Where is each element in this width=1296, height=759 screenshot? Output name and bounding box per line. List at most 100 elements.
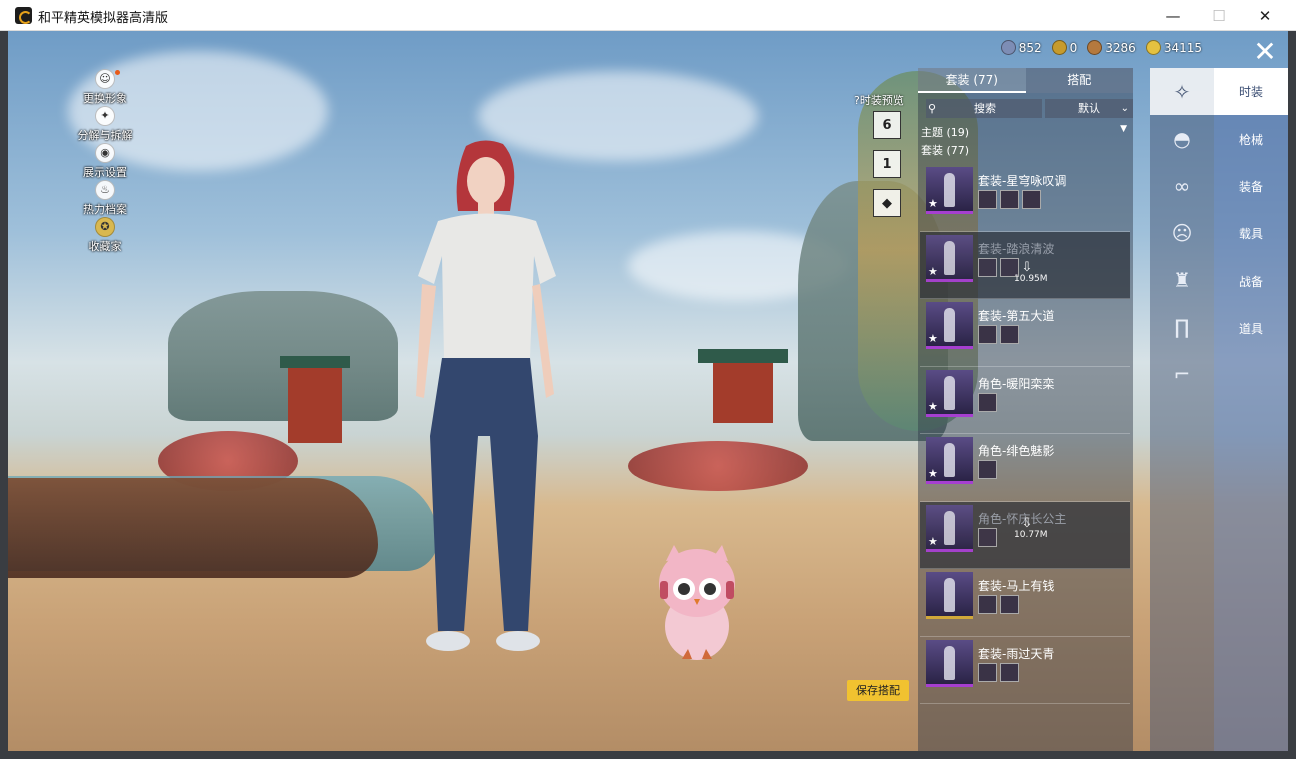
outfit-thumbnail: ★ (926, 234, 973, 282)
tab-vehicles[interactable]: 载具 (1214, 210, 1288, 257)
tab-battle-prep[interactable]: 战备 (1214, 258, 1288, 305)
preset-slot-icon[interactable]: 1 (873, 150, 901, 178)
coupon-icon (1000, 40, 1016, 55)
panel-tabs: 套装 (77) 搭配 (918, 68, 1133, 93)
window-close-button[interactable]: ✕ (1242, 0, 1288, 31)
menu-dismantle[interactable]: ✦ 分解与拆解 (70, 106, 140, 143)
menu-change-avatar[interactable]: ☺ 更换形象 (70, 69, 140, 106)
pet-companion[interactable] (654, 541, 740, 666)
list-item[interactable]: ★ 套装-第五大道 (920, 299, 1130, 367)
list-item[interactable]: 套装-马上有钱 (920, 569, 1130, 637)
currency-coin[interactable]: 0 (1051, 40, 1078, 55)
tab-weapons[interactable]: 枪械 (1214, 115, 1288, 162)
star-icon: ★ (928, 467, 938, 480)
part-thumbnail[interactable] (1022, 190, 1041, 209)
flame-icon: ♨ (95, 180, 115, 200)
minimize-button[interactable]: — (1150, 0, 1196, 31)
menu-display-settings[interactable]: ◉ 展示设置 (70, 143, 140, 180)
part-thumbnail[interactable] (978, 257, 997, 277)
badge-icon[interactable]: ◆ (873, 189, 901, 217)
app-window: 和平精英模拟器高清版 — ☐ ✕ 852 0 3286 34115 ✕ ☺ 更换… (0, 0, 1296, 759)
star-icon: ★ (928, 332, 938, 345)
part-thumbnail[interactable] (1000, 325, 1019, 344)
part-thumbnail[interactable] (978, 527, 997, 547)
sort-dropdown[interactable]: 默认 ⌄ (1045, 99, 1133, 118)
outfit-list: ★ 套装-星穹咏叹调 ★ 套装-踏浪清波 ⇩ 10.95M ★ 套装-第五大道 … (920, 164, 1130, 704)
jacket-icon[interactable]: ♜ (1150, 256, 1214, 303)
player-character[interactable] (378, 136, 588, 656)
part-thumbnail[interactable] (978, 325, 997, 344)
currency-points[interactable]: 3286 (1087, 40, 1136, 55)
list-item[interactable]: ★ 套装-踏浪清波 ⇩ 10.95M (920, 231, 1130, 299)
part-thumbnail[interactable] (978, 662, 997, 682)
outfit-thumbnail: ★ (926, 437, 973, 484)
download-button[interactable]: ⇩ 10.95M (1014, 259, 1048, 284)
outfit-title: 套装-第五大道 (978, 309, 1055, 323)
search-row: ⚲ 搜索 默认 ⌄ (926, 99, 1133, 118)
temple-roof (698, 349, 788, 363)
pagoda (288, 368, 342, 443)
part-thumbnail[interactable] (978, 460, 997, 479)
tab-suits[interactable]: 套装 (77) (918, 68, 1026, 93)
eye-icon: ◉ (95, 143, 115, 163)
outfit-thumbnail: ★ (926, 504, 973, 552)
tab-equipment[interactable]: 装备 (1214, 163, 1288, 210)
download-icon: ⇩ (1021, 259, 1033, 275)
title-bar: 和平精英模拟器高清版 — ☐ ✕ (0, 0, 1296, 31)
download-button[interactable]: ⇩ 10.77M (1014, 517, 1048, 540)
list-item[interactable]: ★ 角色-绯色魅影 (920, 434, 1130, 502)
outfit-thumbnail (926, 639, 973, 687)
preset-slot-icon[interactable]: 6 (873, 111, 901, 139)
category-icon-column: ✧ ◓ ∞ ☹ ♜ ∏ ⌐ (1150, 68, 1214, 751)
coin-icon (1051, 40, 1067, 55)
currency-value: 852 (1018, 40, 1042, 55)
outfit-thumbnail: ★ (926, 167, 973, 214)
outfit-icon[interactable]: ✧ (1150, 68, 1214, 115)
pants-icon[interactable]: ∏ (1150, 303, 1214, 350)
tab-fashion[interactable]: 时装 (1214, 68, 1288, 116)
part-thumbnail[interactable] (978, 392, 997, 412)
list-item[interactable]: ★ 角色-怀庆长公主 ⇩ 10.77M (920, 501, 1130, 569)
search-input[interactable]: ⚲ 搜索 (926, 99, 1042, 118)
expand-arrow-icon[interactable]: ▼ (1120, 124, 1127, 134)
tab-items[interactable]: 道具 (1214, 305, 1288, 352)
part-thumbnail[interactable] (978, 190, 997, 209)
list-item[interactable]: ★ 套装-星穹咏叹调 (920, 164, 1130, 232)
currency-value: 0 (1069, 40, 1078, 55)
window-title: 和平精英模拟器高清版 (38, 11, 169, 26)
outfit-parts (978, 595, 1019, 614)
star-icon: ★ (928, 264, 938, 278)
dismantle-icon: ✦ (95, 106, 115, 126)
outfit-title: 套装-星穹咏叹调 (978, 174, 1067, 188)
cap-icon[interactable]: ◓ (1150, 115, 1214, 162)
part-thumbnail[interactable] (1000, 190, 1019, 209)
fashion-preview-label[interactable]: ?时装预览 (854, 92, 904, 108)
maximize-button[interactable]: ☐ (1196, 0, 1242, 31)
close-icon[interactable]: ✕ (1250, 37, 1280, 67)
currency-gold[interactable]: 34115 (1145, 40, 1202, 55)
save-outfit-button[interactable]: 保存搭配 (847, 680, 909, 701)
goggles-icon[interactable]: ∞ (1150, 162, 1214, 209)
outfit-title: 套装-踏浪清波 (978, 241, 1055, 256)
part-thumbnail[interactable] (978, 595, 997, 614)
shoes-icon[interactable]: ⌐ (1150, 350, 1214, 397)
outfit-thumbnail (926, 572, 973, 619)
list-item[interactable]: 套装-雨过天青 (920, 637, 1130, 704)
list-item[interactable]: ★ 角色-暖阳栾栾 (920, 367, 1130, 434)
download-size: 10.95M (1014, 273, 1048, 284)
currency-coupon[interactable]: 852 (1000, 40, 1042, 55)
menu-collector[interactable]: ✪ 收藏家 (70, 217, 140, 254)
tab-combos[interactable]: 搭配 (1025, 68, 1133, 93)
menu-heat-archive[interactable]: ♨ 热力档案 (70, 180, 140, 217)
face-icon[interactable]: ☹ (1150, 209, 1214, 256)
section-theme[interactable]: 主题 (19) (921, 124, 969, 140)
search-placeholder: 搜索 (974, 102, 996, 115)
part-thumbnail[interactable] (1000, 595, 1019, 614)
outfit-parts (978, 392, 997, 412)
part-thumbnail[interactable] (1000, 662, 1019, 682)
points-icon (1087, 40, 1103, 55)
outfit-parts (978, 257, 1019, 277)
left-menu: ☺ 更换形象 ✦ 分解与拆解 ◉ 展示设置 ♨ 热力档案 ✪ 收藏家 (70, 69, 140, 254)
outfit-title: 角色-暖阳栾栾 (978, 376, 1055, 391)
app-logo-icon (15, 7, 32, 24)
